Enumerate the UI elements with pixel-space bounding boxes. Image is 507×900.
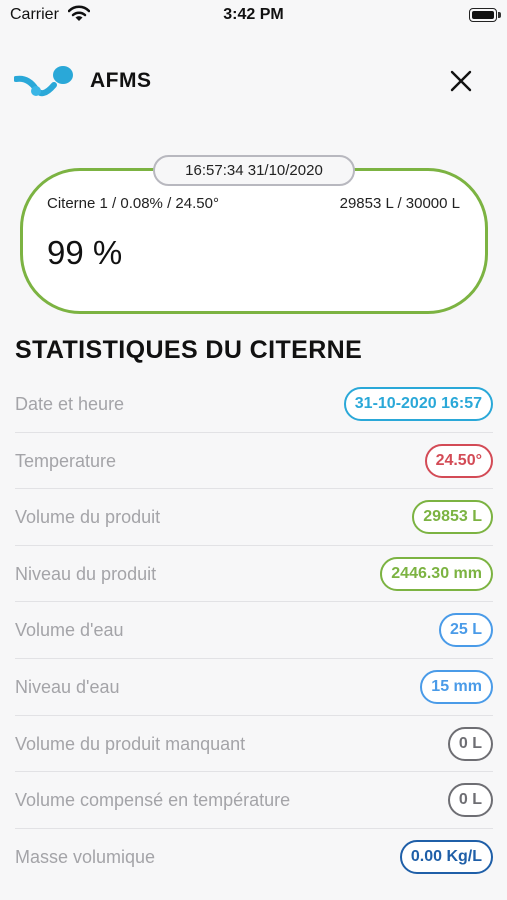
close-icon[interactable]: [449, 69, 473, 93]
stat-value-badge: 15 mm: [420, 669, 493, 704]
status-bar: Carrier 3:42 PM: [0, 0, 507, 32]
stat-row: Volume du produit manquant 0 L: [15, 716, 493, 773]
clock: 3:42 PM: [223, 6, 284, 23]
stat-value-badge: 29853 L: [412, 500, 493, 535]
stat-value-badge: 31-10-2020 16:57: [343, 387, 493, 421]
stat-row: Volume d'eau 25 L: [15, 602, 493, 659]
stat-row: Volume compensé en température 0 L: [15, 772, 493, 829]
app-header: AFMS: [0, 55, 507, 110]
stat-label: Masse volumique: [15, 846, 156, 867]
stat-value-badge: 25 L: [438, 613, 493, 648]
stat-row: Date et heure 31-10-2020 16:57: [15, 376, 493, 433]
stat-label: Volume du produit manquant: [15, 733, 246, 754]
stat-label: Niveau d'eau: [15, 676, 120, 697]
stat-label: Date et heure: [15, 394, 125, 414]
stat-label: Volume d'eau: [15, 620, 124, 641]
tank-info: Citerne 1 / 0.08% / 24.50°: [47, 195, 219, 212]
stat-label: Volume compensé en température: [15, 790, 291, 811]
stat-row: Volume du produit 29853 L: [15, 489, 493, 546]
tank-fill-percent: 99 %: [47, 234, 123, 271]
tank-volume: 29853 L / 30000 L: [339, 195, 460, 212]
tank-timestamp: 16:57:34 31/10/2020: [153, 155, 355, 186]
stat-label: Temperature: [15, 450, 117, 471]
stat-value-badge: 0 L: [447, 783, 493, 818]
stat-label: Volume du produit: [15, 507, 161, 528]
stat-row: Masse volumique 0.00 Kg/L: [15, 829, 493, 886]
stat-row: Niveau du produit 2446.30 mm: [15, 546, 493, 603]
section-title: STATISTIQUES DU CITERNE: [15, 336, 363, 364]
stat-value-badge: 24.50°: [424, 443, 493, 478]
afms-logo: [14, 66, 73, 97]
battery-icon: [469, 8, 501, 22]
stat-value-badge: 2446.30 mm: [380, 556, 493, 591]
stats-list: Date et heure 31-10-2020 16:57 Temperature…: [15, 376, 493, 885]
stat-row: Temperature 24.50°: [15, 433, 493, 490]
stat-label: Niveau du produit: [15, 563, 157, 584]
stat-value-badge: 0 L: [447, 726, 493, 761]
brand-title: AFMS: [90, 69, 152, 92]
stat-value-badge: 0.00 Kg/L: [399, 839, 493, 874]
stat-row: Niveau d'eau 15 mm: [15, 659, 493, 716]
